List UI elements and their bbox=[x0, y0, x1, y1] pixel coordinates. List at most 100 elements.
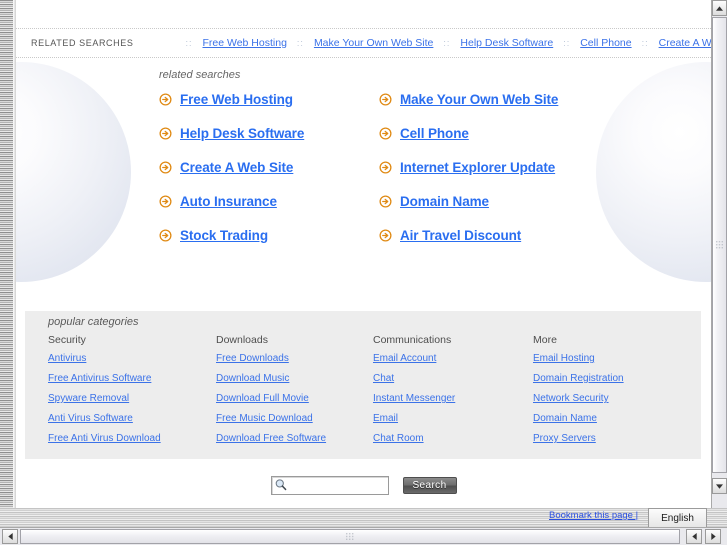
related-search-link[interactable]: Cell Phone bbox=[400, 126, 469, 141]
category-link[interactable]: Email Hosting bbox=[533, 353, 688, 364]
caret-right-icon bbox=[710, 533, 716, 540]
category-link[interactable]: Proxy Servers bbox=[533, 433, 688, 444]
search-button[interactable]: Search bbox=[402, 476, 457, 494]
category-column-security: Security Antivirus Free Antivirus Softwa… bbox=[48, 334, 216, 453]
separator-dots: :: bbox=[296, 38, 304, 48]
caret-left-icon bbox=[7, 533, 13, 540]
related-search-item[interactable]: Stock Trading bbox=[159, 228, 374, 243]
topbar-link-cell-phone[interactable]: Cell Phone bbox=[580, 37, 631, 49]
related-search-link[interactable]: Free Web Hosting bbox=[180, 92, 293, 107]
scroll-left-button[interactable] bbox=[2, 529, 18, 544]
related-search-link[interactable]: Make Your Own Web Site bbox=[400, 92, 558, 107]
separator-dots: :: bbox=[641, 38, 649, 48]
scroll-left-button-secondary[interactable] bbox=[686, 529, 702, 544]
vertical-scrollbar-thumb[interactable] bbox=[712, 17, 727, 473]
related-search-link[interactable]: Domain Name bbox=[400, 194, 489, 209]
related-searches-bar: RELATED SEARCHES :: Free Web Hosting :: … bbox=[16, 28, 711, 58]
circle-arrow-right-icon bbox=[159, 229, 172, 242]
circle-arrow-right-icon bbox=[159, 93, 172, 106]
category-link[interactable]: Free Anti Virus Download bbox=[48, 433, 216, 444]
related-searches-grid: Free Web Hosting Make Your Own Web Site … bbox=[159, 92, 619, 243]
separator-dots: :: bbox=[443, 38, 451, 48]
scroll-up-button[interactable] bbox=[712, 0, 727, 16]
circle-arrow-right-icon bbox=[379, 229, 392, 242]
related-search-item[interactable]: Cell Phone bbox=[379, 126, 594, 141]
circle-arrow-right-icon bbox=[379, 195, 392, 208]
horizontal-scrollbar[interactable] bbox=[0, 527, 727, 545]
topbar-link-create-a-web-site[interactable]: Create A Web Site bbox=[659, 37, 711, 49]
category-link[interactable]: Download Free Software bbox=[216, 433, 373, 444]
related-search-link[interactable]: Help Desk Software bbox=[180, 126, 304, 141]
related-searches-bar-label: RELATED SEARCHES bbox=[31, 38, 134, 48]
related-search-item[interactable]: Help Desk Software bbox=[159, 126, 374, 141]
category-heading: More bbox=[533, 334, 557, 346]
related-search-link[interactable]: Internet Explorer Update bbox=[400, 160, 555, 175]
window-left-edge bbox=[13, 0, 16, 508]
page-viewport: RELATED SEARCHES :: Free Web Hosting :: … bbox=[16, 0, 711, 508]
search-field-wrapper[interactable] bbox=[270, 475, 389, 495]
category-heading: Security bbox=[48, 334, 86, 346]
category-link[interactable]: Download Music bbox=[216, 373, 373, 384]
magnifier-icon bbox=[275, 479, 286, 491]
category-link[interactable]: Domain Name bbox=[533, 413, 688, 424]
category-column-communications: Communications Email Account Chat Instan… bbox=[373, 334, 533, 453]
language-selector[interactable]: English bbox=[648, 508, 707, 528]
caret-up-icon bbox=[716, 5, 723, 11]
related-search-link[interactable]: Air Travel Discount bbox=[400, 228, 521, 243]
circle-arrow-right-icon bbox=[379, 93, 392, 106]
category-link[interactable]: Chat bbox=[373, 373, 533, 384]
caret-down-icon bbox=[716, 483, 723, 489]
popular-categories-grid: Security Antivirus Free Antivirus Softwa… bbox=[48, 334, 688, 453]
horizontal-scrollbar-thumb[interactable] bbox=[20, 529, 680, 544]
category-link[interactable]: Instant Messenger bbox=[373, 393, 533, 404]
related-search-item[interactable]: Make Your Own Web Site bbox=[379, 92, 594, 107]
circle-arrow-right-icon bbox=[159, 127, 172, 140]
category-heading: Communications bbox=[373, 334, 452, 346]
separator-dots: :: bbox=[185, 38, 193, 48]
category-link[interactable]: Antivirus bbox=[48, 353, 216, 364]
grip-dots-icon bbox=[345, 533, 353, 540]
category-link[interactable]: Chat Room bbox=[373, 433, 533, 444]
category-link[interactable]: Free Music Download bbox=[216, 413, 373, 424]
circle-arrow-right-icon bbox=[159, 195, 172, 208]
category-link[interactable]: Network Security bbox=[533, 393, 688, 404]
category-link[interactable]: Domain Registration bbox=[533, 373, 688, 384]
category-link[interactable]: Email bbox=[373, 413, 533, 424]
search-input[interactable] bbox=[287, 476, 380, 494]
related-search-item[interactable]: Internet Explorer Update bbox=[379, 160, 594, 175]
category-heading: Downloads bbox=[216, 334, 268, 346]
vertical-scrollbar[interactable] bbox=[711, 0, 727, 508]
related-search-link[interactable]: Stock Trading bbox=[180, 228, 268, 243]
category-link[interactable]: Free Antivirus Software bbox=[48, 373, 216, 384]
popular-categories-caption: popular categories bbox=[48, 316, 139, 328]
scroll-right-button[interactable] bbox=[705, 529, 721, 544]
bookmark-this-page-link[interactable]: Bookmark this page | bbox=[549, 510, 638, 521]
category-link[interactable]: Free Downloads bbox=[216, 353, 373, 364]
circle-arrow-right-icon bbox=[159, 161, 172, 174]
related-searches-caption: related searches bbox=[159, 69, 241, 81]
topbar-link-help-desk-software[interactable]: Help Desk Software bbox=[460, 37, 553, 49]
related-search-item[interactable]: Domain Name bbox=[379, 194, 594, 209]
topbar-link-make-your-own-web-site[interactable]: Make Your Own Web Site bbox=[314, 37, 433, 49]
related-search-item[interactable]: Create A Web Site bbox=[159, 160, 374, 175]
category-link[interactable]: Spyware Removal bbox=[48, 393, 216, 404]
related-search-link[interactable]: Auto Insurance bbox=[180, 194, 277, 209]
related-search-item[interactable]: Free Web Hosting bbox=[159, 92, 374, 107]
category-link[interactable]: Download Full Movie bbox=[216, 393, 373, 404]
category-link[interactable]: Anti Virus Software bbox=[48, 413, 216, 424]
grip-dots-icon bbox=[716, 240, 723, 248]
related-searches-section: related searches Free Web Hosting Make Y… bbox=[16, 62, 711, 287]
category-link[interactable]: Email Account bbox=[373, 353, 533, 364]
separator-dots: :: bbox=[563, 38, 571, 48]
search-row: Search bbox=[16, 473, 711, 497]
circle-arrow-right-icon bbox=[379, 161, 392, 174]
category-column-downloads: Downloads Free Downloads Download Music … bbox=[216, 334, 373, 453]
topbar-link-free-web-hosting[interactable]: Free Web Hosting bbox=[202, 37, 286, 49]
scroll-down-button[interactable] bbox=[712, 478, 727, 494]
desktop-background-stripes bbox=[0, 0, 13, 508]
popular-categories-panel: popular categories Security Antivirus Fr… bbox=[25, 311, 701, 459]
related-search-item[interactable]: Auto Insurance bbox=[159, 194, 374, 209]
related-search-link[interactable]: Create A Web Site bbox=[180, 160, 293, 175]
circle-arrow-right-icon bbox=[379, 127, 392, 140]
related-search-item[interactable]: Air Travel Discount bbox=[379, 228, 594, 243]
